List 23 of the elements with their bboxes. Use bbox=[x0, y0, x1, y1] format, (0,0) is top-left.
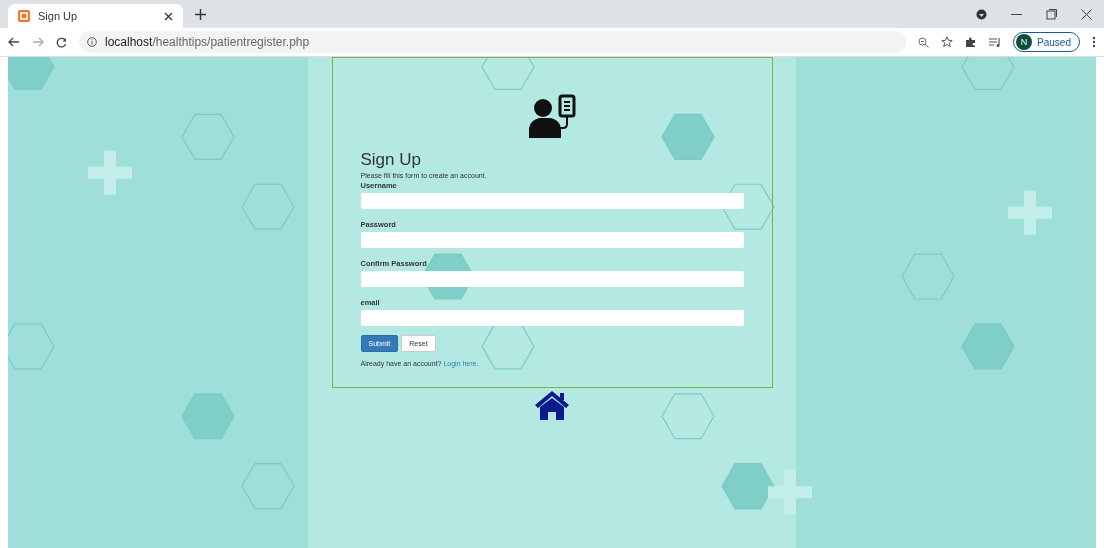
star-icon[interactable] bbox=[941, 36, 954, 48]
close-icon[interactable] bbox=[164, 11, 173, 21]
close-icon[interactable] bbox=[1081, 8, 1092, 20]
playlist-icon[interactable] bbox=[989, 36, 1002, 48]
zoom-icon[interactable] bbox=[918, 36, 930, 48]
address-bar[interactable]: localhost/healthtips/patientregister.php bbox=[79, 31, 907, 53]
new-tab-icon[interactable] bbox=[195, 8, 206, 20]
patient-drip-icon bbox=[529, 94, 579, 138]
menu-icon[interactable] bbox=[1092, 36, 1096, 48]
puzzle-icon[interactable] bbox=[965, 36, 978, 48]
reload-icon[interactable] bbox=[56, 36, 67, 48]
form-title: Sign Up bbox=[360, 150, 422, 170]
circle-icon[interactable] bbox=[976, 8, 987, 20]
input-field[interactable] bbox=[360, 310, 744, 326]
input-field[interactable] bbox=[360, 271, 744, 287]
back-arrow-icon[interactable] bbox=[8, 37, 20, 47]
info-icon bbox=[87, 37, 97, 47]
home-icon[interactable] bbox=[534, 390, 570, 420]
restore-icon[interactable] bbox=[1046, 8, 1057, 20]
input-field[interactable] bbox=[360, 232, 744, 248]
browser-tab[interactable]: Sign Up bbox=[8, 4, 183, 28]
favicon-icon bbox=[18, 10, 30, 22]
input-field[interactable] bbox=[360, 193, 744, 209]
